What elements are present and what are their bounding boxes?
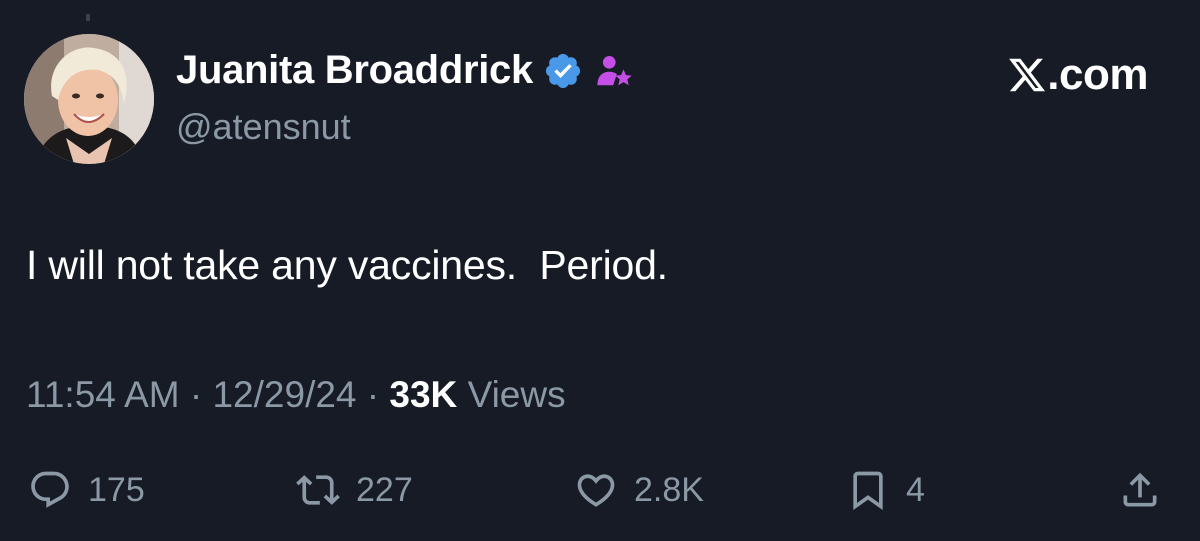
like-button[interactable]: 2.8K (574, 460, 704, 520)
share-button[interactable] (1118, 460, 1162, 520)
reply-count: 175 (88, 470, 145, 509)
tweet-time[interactable]: 11:54 AM (26, 374, 180, 415)
like-count: 2.8K (634, 470, 704, 509)
meta-separator: · (356, 374, 390, 415)
bookmark-icon (853, 471, 883, 511)
status-dot (86, 14, 90, 21)
tweet-text: I will not take any vaccines. Period. (26, 242, 668, 288)
repost-button[interactable]: 227 (296, 460, 413, 520)
action-bar: 175 227 2.8K 4 (0, 460, 1200, 520)
x-logo-icon (1007, 55, 1047, 95)
share-icon (1123, 472, 1157, 507)
repost-count: 227 (356, 470, 413, 509)
tweet-meta: 11:54 AM · 12/29/24 · 33K Views (26, 374, 566, 416)
views-count: 33K (389, 374, 458, 415)
tweet-date[interactable]: 12/29/24 (212, 374, 356, 415)
reply-icon (31, 471, 69, 508)
avatar-photo (24, 34, 154, 164)
verified-badge-icon[interactable] (543, 51, 583, 91)
user-handle[interactable]: @atensnut (176, 106, 351, 148)
reply-button[interactable]: 175 (28, 460, 145, 520)
name-row: Juanita Broaddrick (176, 48, 633, 93)
brand-text: .com (1047, 50, 1148, 99)
views-label: Views (467, 374, 566, 415)
bookmark-button[interactable]: 4 (846, 460, 925, 520)
affiliate-icon[interactable] (595, 51, 633, 91)
like-icon (577, 474, 615, 507)
avatar[interactable] (24, 34, 154, 164)
meta-separator: · (179, 374, 213, 415)
bookmark-count: 4 (906, 470, 925, 509)
x-com-brand: .com (1007, 50, 1148, 100)
display-name[interactable]: Juanita Broaddrick (176, 48, 533, 93)
repost-icon (296, 475, 340, 505)
